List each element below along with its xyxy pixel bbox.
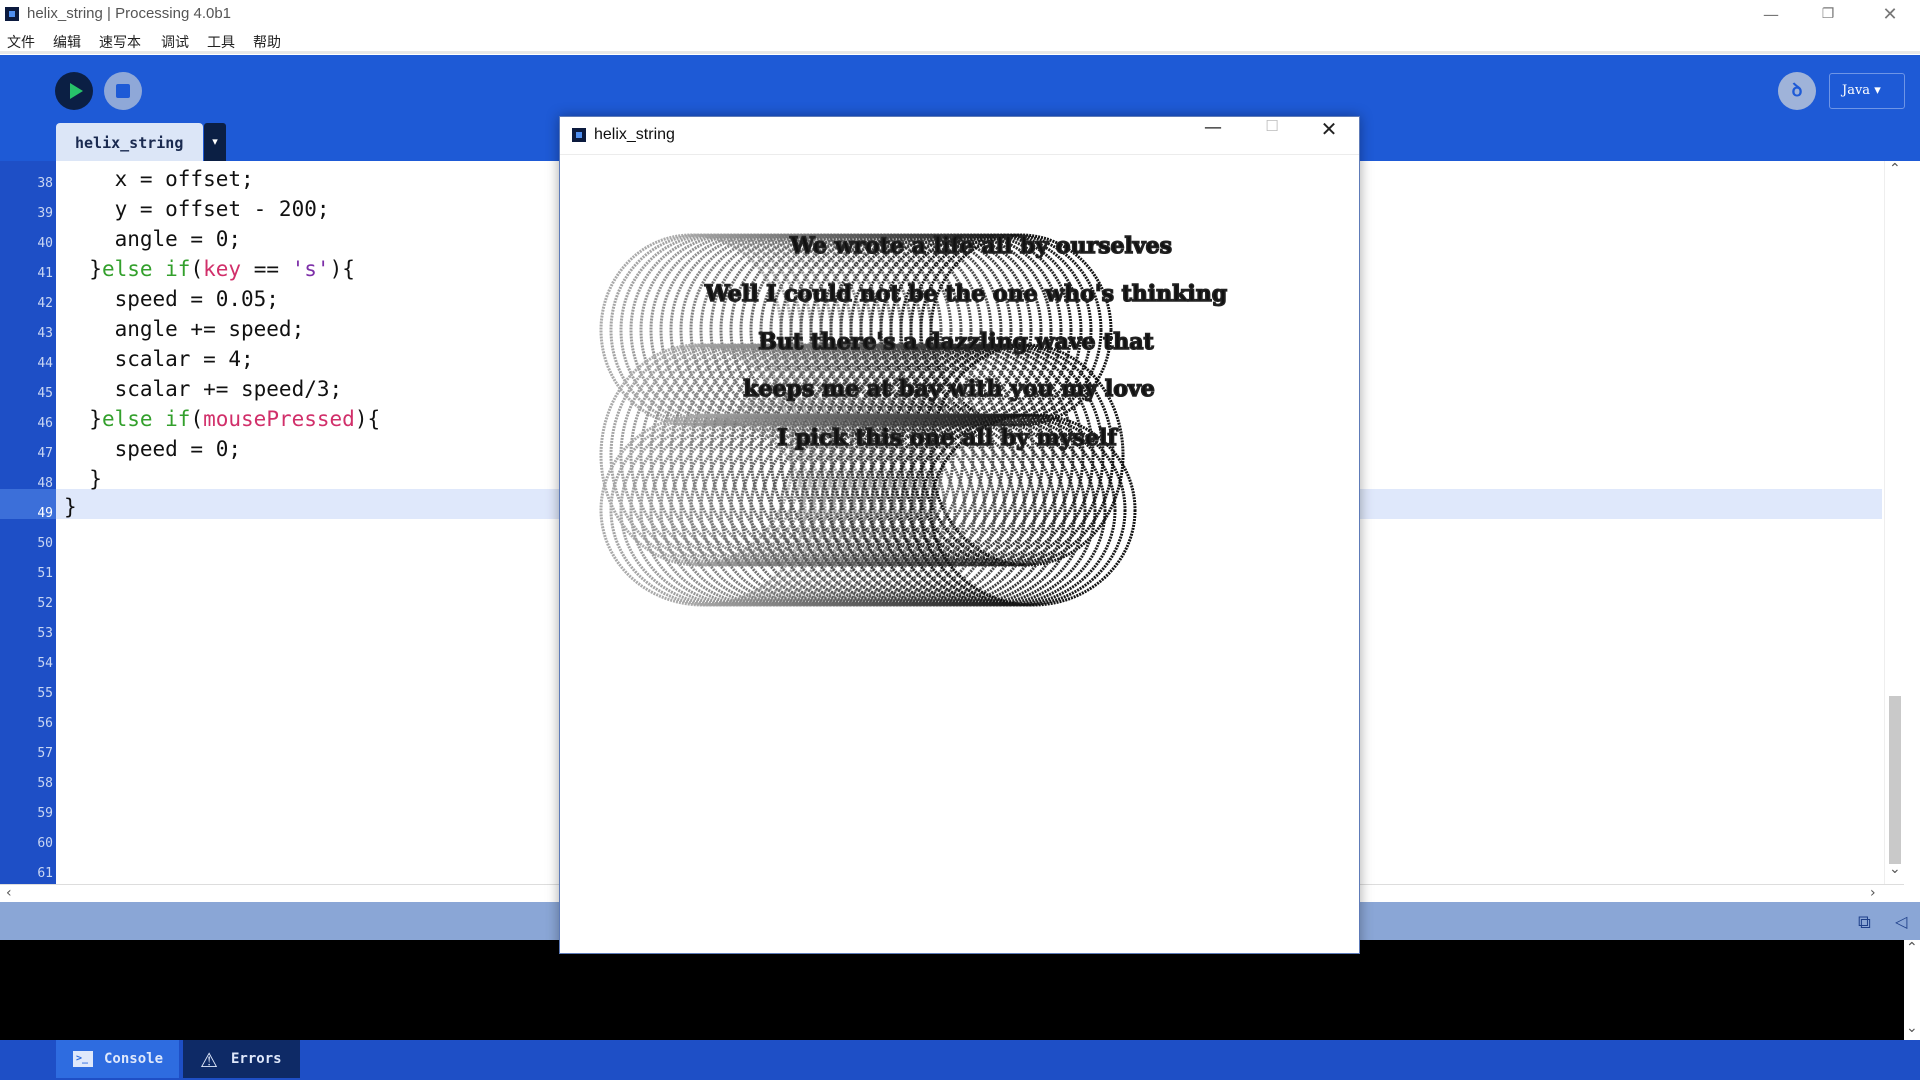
code-line: speed = 0;: [64, 437, 242, 461]
minimize-button[interactable]: —: [1743, 0, 1799, 29]
line-number: 41: [37, 266, 53, 281]
tab-errors-label: Errors: [231, 1051, 282, 1067]
code-line: y = offset - 200;: [64, 197, 330, 221]
code-line: scalar += speed/3;: [64, 377, 343, 401]
tab-console-label: Console: [104, 1051, 164, 1067]
run-button[interactable]: [55, 72, 93, 110]
scroll-left-icon[interactable]: ‹: [6, 885, 12, 901]
sketch-text-line: I pick this one all by myself: [777, 425, 1118, 451]
sketch-text-line: But there's a dazzling wave that: [758, 329, 1154, 355]
sketch-canvas[interactable]: We wrote a life all by ourselves Well I …: [561, 155, 1358, 952]
line-number: 38: [37, 176, 53, 191]
title-bar: helix_string | Processing 4.0b1 — ❐ ✕: [0, 0, 1920, 29]
sketch-window-title: helix_string: [594, 126, 675, 143]
code-line: }else if(key == 's'){: [64, 257, 355, 281]
close-button[interactable]: ✕: [1300, 117, 1358, 155]
processing-icon: [5, 7, 19, 21]
maximize-button[interactable]: ☐: [1243, 117, 1301, 155]
menu-bar: 文件 编辑 速写本 调试 工具 帮助: [0, 29, 1920, 54]
menu-sketch[interactable]: 速写本: [99, 32, 141, 52]
scroll-up-icon[interactable]: ⌃: [1906, 940, 1918, 956]
minimize-button[interactable]: —: [1184, 117, 1242, 155]
line-number-gutter: 38 39 40 41 42 43 44 45 46 47 48 49 50 5…: [0, 161, 56, 884]
line-number-current: 49: [37, 506, 53, 521]
sketch-text-line: We wrote a life all by ourselves: [789, 233, 1172, 259]
copy-icon[interactable]: ⧉: [1858, 912, 1871, 933]
code-line: x = offset;: [64, 167, 254, 191]
line-number: 40: [37, 236, 53, 251]
stop-button[interactable]: [104, 72, 142, 110]
line-number: 54: [37, 656, 53, 671]
sketch-title-bar[interactable]: helix_string — ☐ ✕: [560, 117, 1359, 155]
line-number: 47: [37, 446, 53, 461]
line-number: 44: [37, 356, 53, 371]
line-number: 55: [37, 686, 53, 701]
code-line: }: [64, 467, 102, 491]
scroll-down-icon[interactable]: ⌄: [1889, 861, 1901, 877]
tab-errors[interactable]: ⚠ Errors: [183, 1040, 300, 1078]
tab-label: helix_string: [75, 134, 184, 152]
menu-help[interactable]: 帮助: [253, 32, 281, 52]
code-line: scalar = 4;: [64, 347, 254, 371]
window-title: helix_string | Processing 4.0b1: [27, 5, 232, 22]
bottom-tab-bar: >_ Console ⚠ Errors: [0, 1040, 1920, 1080]
line-number: 61: [37, 866, 53, 881]
line-number: 56: [37, 716, 53, 731]
tab-helix-string[interactable]: helix_string: [56, 123, 203, 161]
sketch-text-line: Well I could not be the one who's thinki…: [704, 281, 1227, 307]
sketch-window[interactable]: helix_string — ☐ ✕ We wrote a life all b…: [559, 116, 1360, 954]
line-number: 50: [37, 536, 53, 551]
code-line: speed = 0.05;: [64, 287, 279, 311]
line-number: 58: [37, 776, 53, 791]
collapse-icon[interactable]: ◁: [1895, 912, 1907, 931]
warning-icon: ⚠: [200, 1048, 218, 1072]
line-number: 42: [37, 296, 53, 311]
mode-selector[interactable]: Java ▾: [1829, 73, 1905, 109]
console-icon: >_: [73, 1051, 93, 1067]
line-number: 39: [37, 206, 53, 221]
line-number: 57: [37, 746, 53, 761]
vertical-scrollbar[interactable]: ⌃ ⌄: [1884, 161, 1904, 884]
restore-button[interactable]: ❐: [1800, 0, 1856, 29]
line-number: 60: [37, 836, 53, 851]
console-scrollbar[interactable]: ⌃ ⌄: [1904, 940, 1920, 1040]
console-output: [0, 940, 1904, 1040]
tab-console[interactable]: >_ Console: [56, 1040, 179, 1078]
line-number: 59: [37, 806, 53, 821]
line-number: 46: [37, 416, 53, 431]
scrollbar-thumb[interactable]: [1889, 696, 1901, 864]
line-number: 52: [37, 596, 53, 611]
line-number: 51: [37, 566, 53, 581]
menu-tools[interactable]: 工具: [207, 32, 235, 52]
code-line: }: [64, 495, 77, 519]
code-line: angle = 0;: [64, 227, 242, 251]
line-number: 45: [37, 386, 53, 401]
line-number: 43: [37, 326, 53, 341]
code-line: angle += speed;: [64, 317, 305, 341]
tab-menu-chevron-down-icon[interactable]: ▾: [204, 123, 226, 161]
close-button[interactable]: ✕: [1862, 0, 1918, 29]
menu-debug[interactable]: 调试: [161, 32, 189, 52]
debugger-icon[interactable]: ꝺ: [1778, 72, 1816, 110]
sketch-text-line: keeps me at bay with you my love: [743, 376, 1155, 402]
line-number: 53: [37, 626, 53, 641]
processing-icon: [572, 128, 586, 142]
line-number: 48: [37, 476, 53, 491]
menu-edit[interactable]: 编辑: [53, 32, 81, 52]
scroll-up-icon[interactable]: ⌃: [1889, 161, 1901, 177]
scroll-down-icon[interactable]: ⌄: [1906, 1020, 1918, 1036]
menu-file[interactable]: 文件: [7, 32, 35, 52]
scroll-right-icon[interactable]: ›: [1870, 885, 1876, 901]
code-line: }else if(mousePressed){: [64, 407, 381, 431]
